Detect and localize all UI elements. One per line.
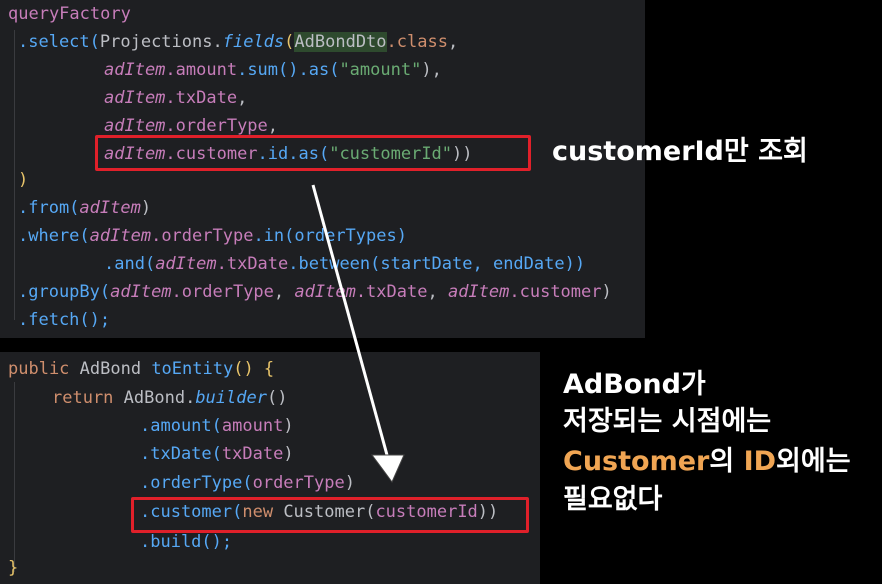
arrow-head-icon xyxy=(371,454,405,483)
arrow-overlay xyxy=(311,184,405,483)
caption-bottom-line-3: Customer의 ID외에는 xyxy=(563,446,851,477)
caption-top: customerId만 조회 xyxy=(552,136,808,167)
caption-bottom-line-2: 저장되는 시점에는 xyxy=(563,406,772,437)
arrow-line xyxy=(311,184,389,456)
caption-bottom-line-4: 필요없다 xyxy=(563,484,663,515)
caption-bottom-line-1: AdBond가 xyxy=(563,369,706,400)
